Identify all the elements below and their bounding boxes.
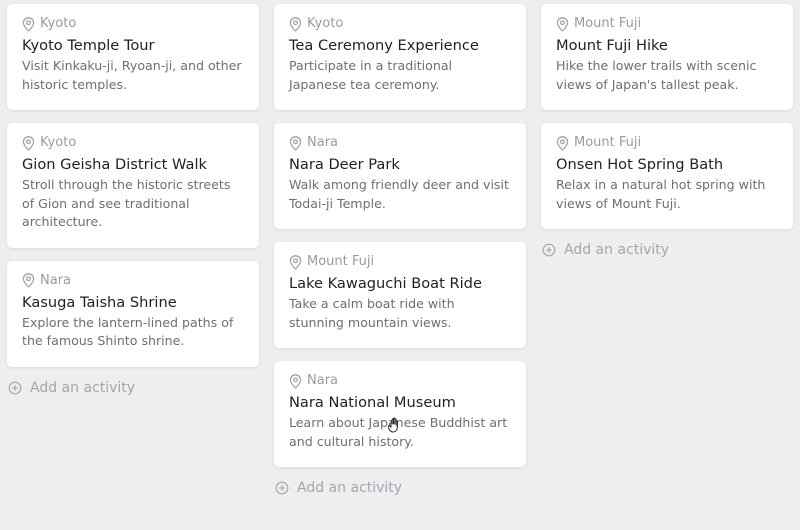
add-activity-label: Add an activity — [564, 242, 670, 258]
activity-card[interactable]: Mount Fuji Mount Fuji Hike Hike the lowe… — [541, 4, 793, 110]
activity-title: Kyoto Temple Tour — [22, 37, 155, 54]
map-pin-icon — [22, 273, 35, 288]
activity-title: Nara Deer Park — [289, 156, 400, 173]
activity-description: Relax in a natural hot spring with views… — [556, 177, 766, 211]
activity-title: Gion Geisha District Walk — [22, 156, 207, 173]
location-label: Nara — [307, 135, 339, 150]
location-label: Mount Fuji — [574, 16, 642, 31]
location-label: Mount Fuji — [574, 135, 642, 150]
activity-description: Participate in a traditional Japanese te… — [289, 58, 453, 92]
activity-title: Kasuga Taisha Shrine — [22, 293, 177, 311]
activity-description: Take a calm boat ride with stunning moun… — [289, 296, 455, 330]
activity-column: Mount Fuji Mount Fuji Hike Hike the lowe… — [541, 4, 793, 260]
location-label: Mount Fuji — [307, 254, 375, 269]
card-location: Kyoto — [22, 16, 244, 32]
plus-circle-icon — [275, 481, 289, 495]
add-activity-label: Add an activity — [297, 480, 403, 496]
activity-title: Mount Fuji Hike — [556, 37, 668, 54]
location-label: Kyoto — [307, 16, 344, 31]
activity-description: Stroll through the historic streets of G… — [22, 177, 231, 229]
activity-title: Tea Ceremony Experience — [289, 37, 479, 54]
activity-card[interactable]: Mount Fuji Onsen Hot Spring Bath Relax i… — [541, 123, 793, 229]
activity-description: Visit Kinkaku-ji, Ryoan-ji, and other hi… — [22, 58, 242, 92]
location-label: Kyoto — [40, 135, 77, 150]
plus-circle-icon — [8, 381, 22, 394]
activity-description: Explore the lantern-lined paths of the f… — [22, 314, 234, 349]
card-location: Mount Fuji — [556, 135, 778, 151]
card-location: Nara — [22, 273, 244, 289]
location-label: Nara — [40, 272, 72, 288]
card-location: Mount Fuji — [289, 254, 511, 270]
add-activity-button[interactable]: Add an activity — [274, 478, 526, 498]
activity-column: Kyoto Kyoto Temple Tour Visit Kinkaku-ji… — [7, 4, 259, 398]
map-pin-icon — [22, 135, 35, 151]
location-label: Kyoto — [40, 16, 77, 31]
add-activity-label: Add an activity — [30, 379, 136, 396]
map-pin-icon — [289, 135, 302, 151]
card-location: Nara — [289, 135, 511, 151]
activity-title: Onsen Hot Spring Bath — [556, 156, 724, 173]
add-activity-button[interactable]: Add an activity — [541, 240, 793, 260]
map-pin-icon — [289, 16, 302, 32]
map-pin-icon — [556, 16, 569, 32]
activity-card[interactable]: Nara Kasuga Taisha Shrine Explore the la… — [7, 260, 259, 367]
card-location: Nara — [289, 373, 511, 389]
activity-card[interactable]: Kyoto Kyoto Temple Tour Visit Kinkaku-ji… — [7, 4, 259, 110]
plus-circle-icon — [542, 243, 556, 257]
location-label: Nara — [307, 373, 339, 388]
activity-card[interactable]: Kyoto Tea Ceremony Experience Participat… — [274, 4, 526, 110]
activity-description: Walk among friendly deer and visit Todai… — [289, 177, 509, 211]
card-location: Mount Fuji — [556, 16, 778, 32]
activity-description: Hike the lower trails with scenic views … — [556, 58, 757, 92]
card-location: Kyoto — [22, 135, 244, 151]
activity-title: Nara National Museum — [289, 394, 456, 411]
map-pin-icon — [22, 16, 35, 32]
map-pin-icon — [556, 135, 569, 151]
activity-card[interactable]: Nara Nara National Museum Learn about Ja… — [274, 361, 526, 467]
activity-card[interactable]: Nara Nara Deer Park Walk among friendly … — [274, 123, 526, 229]
activity-card[interactable]: Kyoto Gion Geisha District Walk Stroll t… — [7, 123, 259, 248]
activity-title: Lake Kawaguchi Boat Ride — [289, 275, 482, 292]
grab-cursor-icon — [388, 417, 398, 433]
activity-card[interactable]: Mount Fuji Lake Kawaguchi Boat Ride Take… — [274, 242, 526, 348]
map-pin-icon — [289, 254, 302, 270]
card-location: Kyoto — [289, 16, 511, 32]
add-activity-button[interactable]: Add an activity — [7, 378, 259, 398]
map-pin-icon — [289, 373, 302, 389]
